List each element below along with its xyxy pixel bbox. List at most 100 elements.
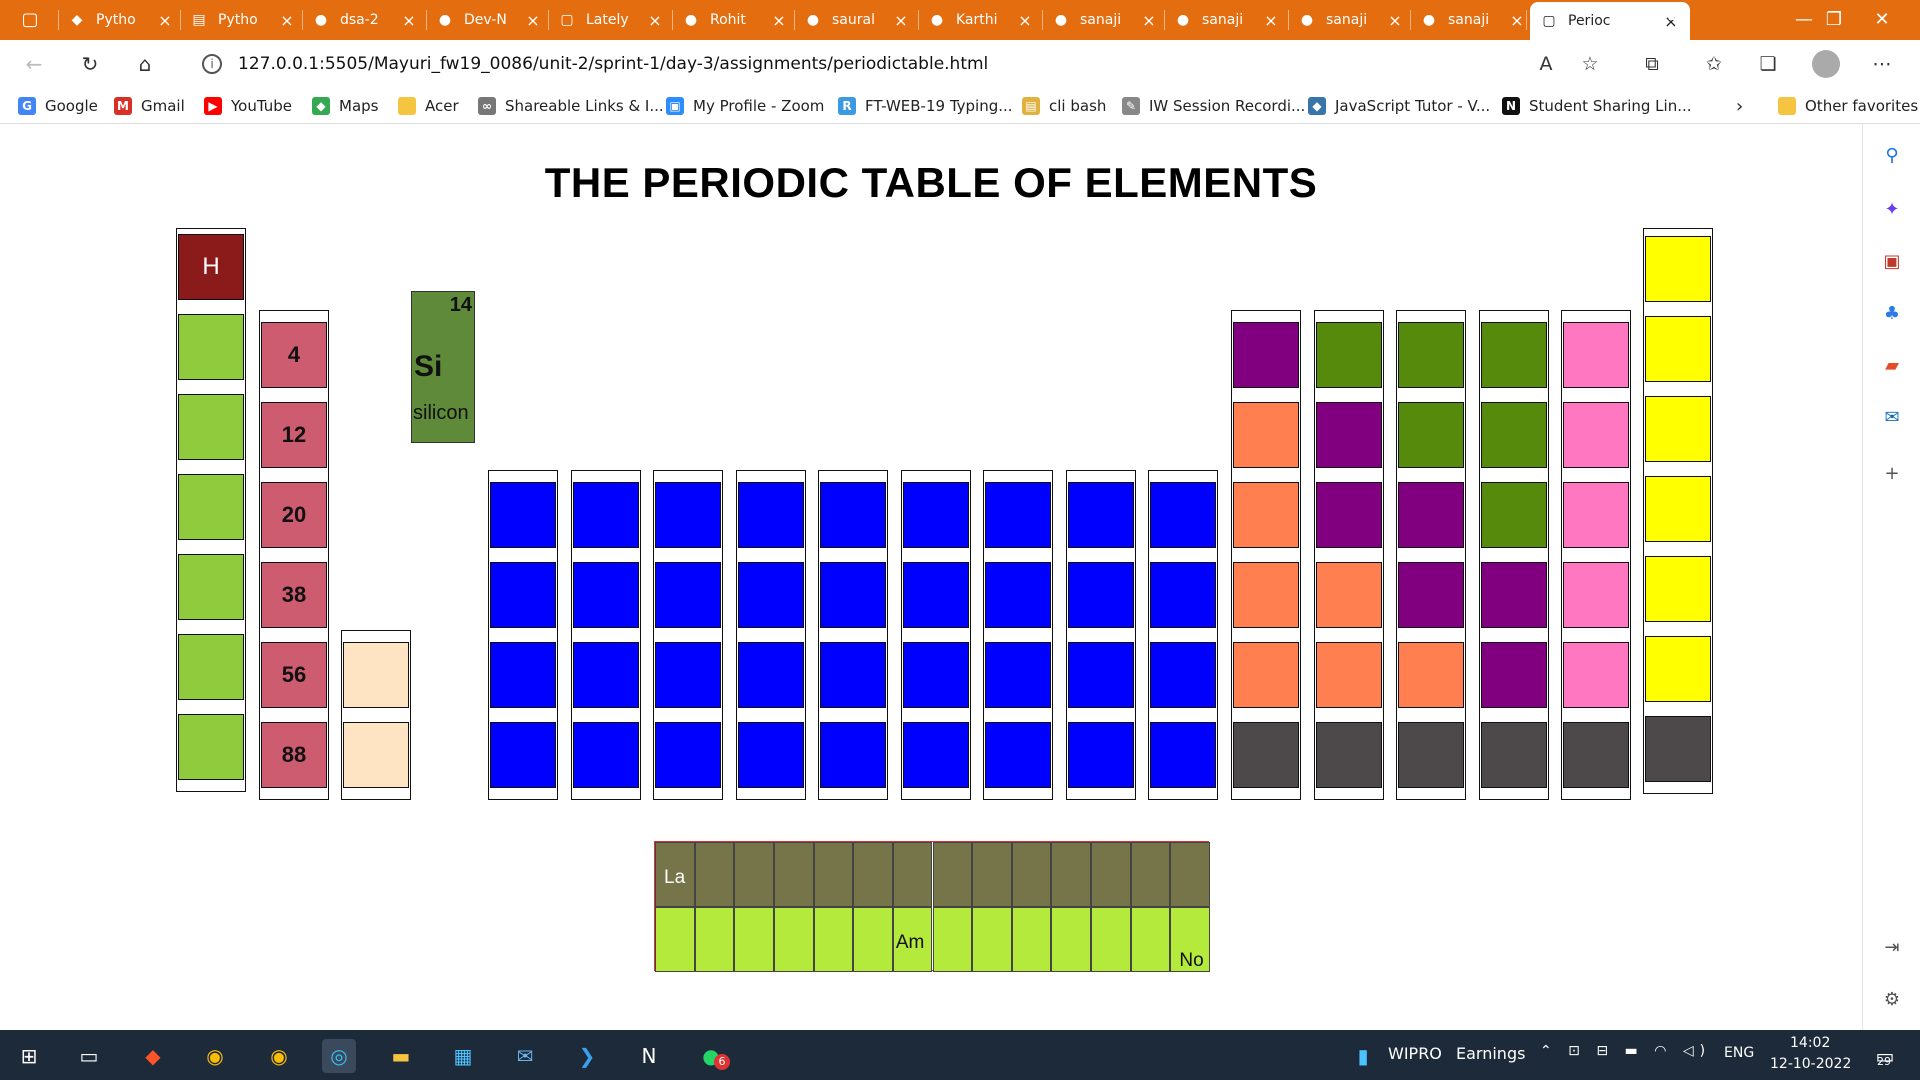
restore-button[interactable]: ❐ <box>1814 4 1854 36</box>
close-tab-icon[interactable]: × <box>892 11 910 30</box>
close-tab-icon[interactable]: × <box>1508 11 1526 30</box>
tab[interactable]: ● sanaji × <box>1168 4 1286 36</box>
notion-icon: N <box>1502 97 1520 115</box>
tab-actions-icon[interactable]: ▢ <box>10 4 50 36</box>
office-icon[interactable]: ▰ <box>1877 350 1907 380</box>
tab[interactable]: ▢ Lately × <box>552 4 670 36</box>
task-view-icon[interactable]: ▭ <box>72 1039 106 1073</box>
settings-icon[interactable]: ⚙ <box>1877 984 1907 1014</box>
chrome-icon[interactable]: ◉ <box>198 1039 232 1073</box>
bookmark-item[interactable]: N Student Sharing Lin... <box>1502 94 1692 118</box>
language-indicator[interactable]: ENG <box>1724 1045 1754 1061</box>
games-icon[interactable]: ♣ <box>1877 298 1907 328</box>
collections-icon[interactable]: ❏ <box>1752 48 1784 80</box>
bookmark-item[interactable]: ▶ YouTube <box>204 94 292 118</box>
vscode-icon[interactable]: ❯ <box>570 1039 604 1073</box>
bookmark-item[interactable]: R FT-WEB-19 Typing... <box>838 94 1013 118</box>
other-favorites[interactable]: Other favorites <box>1778 94 1918 118</box>
bookmark-item[interactable]: M Gmail <box>114 94 185 118</box>
system-tray-icons[interactable]: ⌃ ⊡ ⊟ ▬ ◠ ◁) <box>1540 1043 1711 1059</box>
edge-icon[interactable]: ◎ <box>322 1039 356 1073</box>
note-icon: ▤ <box>1022 97 1040 115</box>
element-cell <box>1233 402 1299 468</box>
close-tab-icon[interactable]: × <box>770 11 788 30</box>
actinide-cell <box>853 907 893 972</box>
close-tab-icon[interactable]: × <box>278 11 296 30</box>
close-tab-icon[interactable]: × <box>524 11 542 30</box>
new-tab-button[interactable]: + <box>1663 6 1691 34</box>
element-cell <box>1563 482 1629 548</box>
brave-icon[interactable]: ◆ <box>136 1039 170 1073</box>
add-sidebar-icon[interactable]: + <box>1877 458 1907 488</box>
close-tab-icon[interactable]: × <box>1262 11 1280 30</box>
bookmark-item[interactable]: ∞ Shareable Links & I... <box>478 94 664 118</box>
close-tab-icon[interactable]: × <box>1386 11 1404 30</box>
start-icon[interactable]: ⊞ <box>12 1039 46 1073</box>
read-aloud-icon[interactable]: A <box>1530 48 1562 80</box>
element-cell <box>820 722 886 788</box>
tab[interactable]: ● Karthi × <box>922 4 1040 36</box>
clock-date[interactable]: 12-10-2022 <box>1770 1056 1851 1072</box>
tab[interactable]: ● Dev-N × <box>430 4 548 36</box>
extensions-icon[interactable]: ⧉ <box>1636 48 1668 80</box>
github-icon: ● <box>1176 12 1190 28</box>
chrome-profile-icon[interactable]: ◉ <box>262 1039 296 1073</box>
file-explorer-icon[interactable]: ▬ <box>384 1039 418 1073</box>
back-icon[interactable]: ← <box>18 48 50 80</box>
lanthanide-cell <box>734 842 774 907</box>
tab[interactable]: ● sanaji × <box>1292 4 1410 36</box>
element-cell <box>1645 316 1711 382</box>
more-menu-icon[interactable]: ⋯ <box>1866 48 1898 80</box>
bookmark-item[interactable]: Acer <box>398 94 459 118</box>
youtube-icon: ▶ <box>204 97 222 115</box>
profile-avatar[interactable] <box>1810 48 1842 80</box>
close-tab-icon[interactable]: × <box>156 11 174 30</box>
bookmark-item[interactable]: G Google <box>18 94 98 118</box>
close-tab-icon[interactable]: × <box>400 11 418 30</box>
actinide-cell <box>1091 907 1131 972</box>
bookmark-item[interactable]: ✎ IW Session Recordi... <box>1122 94 1305 118</box>
silicon-legend-card: 14 Si silicon <box>411 291 475 443</box>
add-favorite-icon[interactable]: ☆ <box>1574 48 1606 80</box>
bookmarks-overflow-icon[interactable]: › <box>1736 94 1743 118</box>
tab[interactable]: ● sanaji × <box>1046 4 1164 36</box>
notion-icon[interactable]: N <box>632 1039 666 1073</box>
close-window-button[interactable]: ✕ <box>1862 4 1902 36</box>
tools-icon[interactable]: ▣ <box>1877 246 1907 276</box>
refresh-icon[interactable]: ↻ <box>74 48 106 80</box>
github-icon: ● <box>1054 12 1068 28</box>
tab[interactable]: ● dsa-2 × <box>306 4 424 36</box>
outlook-icon[interactable]: ✉ <box>1877 402 1907 432</box>
element-cell <box>655 722 721 788</box>
tab[interactable]: ● Rohit × <box>676 4 794 36</box>
close-tab-icon[interactable]: × <box>1140 11 1158 30</box>
tab[interactable]: ▤ Pytho × <box>184 4 302 36</box>
search-icon[interactable]: ⚲ <box>1877 140 1907 170</box>
home-icon[interactable]: ⌂ <box>129 48 161 80</box>
bookmark-item[interactable]: ◆ JavaScript Tutor - V... <box>1308 94 1490 118</box>
copilot-icon[interactable]: ✦ <box>1877 194 1907 224</box>
bookmark-item[interactable]: ◆ Maps <box>312 94 378 118</box>
stock-name[interactable]: WIPRO <box>1388 1044 1442 1063</box>
element-cell <box>1645 236 1711 302</box>
element-cell <box>737 562 804 628</box>
tab[interactable]: ● saural × <box>798 4 916 36</box>
close-tab-icon[interactable]: × <box>1016 11 1034 30</box>
favorites-icon[interactable]: ✩ <box>1698 48 1730 80</box>
bookmark-item[interactable]: ▣ My Profile - Zoom <box>666 94 824 118</box>
element-cell: 12 <box>261 402 327 468</box>
tab[interactable]: ◆ Pytho × <box>62 4 180 36</box>
mail-icon[interactable]: ✉ <box>508 1039 542 1073</box>
store-icon[interactable]: ▦ <box>446 1039 480 1073</box>
bookmark-item[interactable]: ▤ cli bash <box>1022 94 1106 118</box>
element-cell <box>178 714 244 780</box>
url-field[interactable]: i 127.0.0.1:5505/Mayuri_fw19_0086/unit-2… <box>190 44 1650 84</box>
close-tab-icon[interactable]: × <box>646 11 664 30</box>
stock-earnings[interactable]: Earnings <box>1456 1044 1525 1063</box>
clock-time[interactable]: 14:02 <box>1790 1035 1830 1051</box>
tab[interactable]: ● sanaji × <box>1414 4 1532 36</box>
hide-sidebar-icon[interactable]: ⇥ <box>1877 932 1907 962</box>
site-info-icon[interactable]: i <box>202 54 222 74</box>
actinide-cell <box>932 907 973 972</box>
stock-widget-icon[interactable]: ▮ <box>1346 1039 1380 1073</box>
